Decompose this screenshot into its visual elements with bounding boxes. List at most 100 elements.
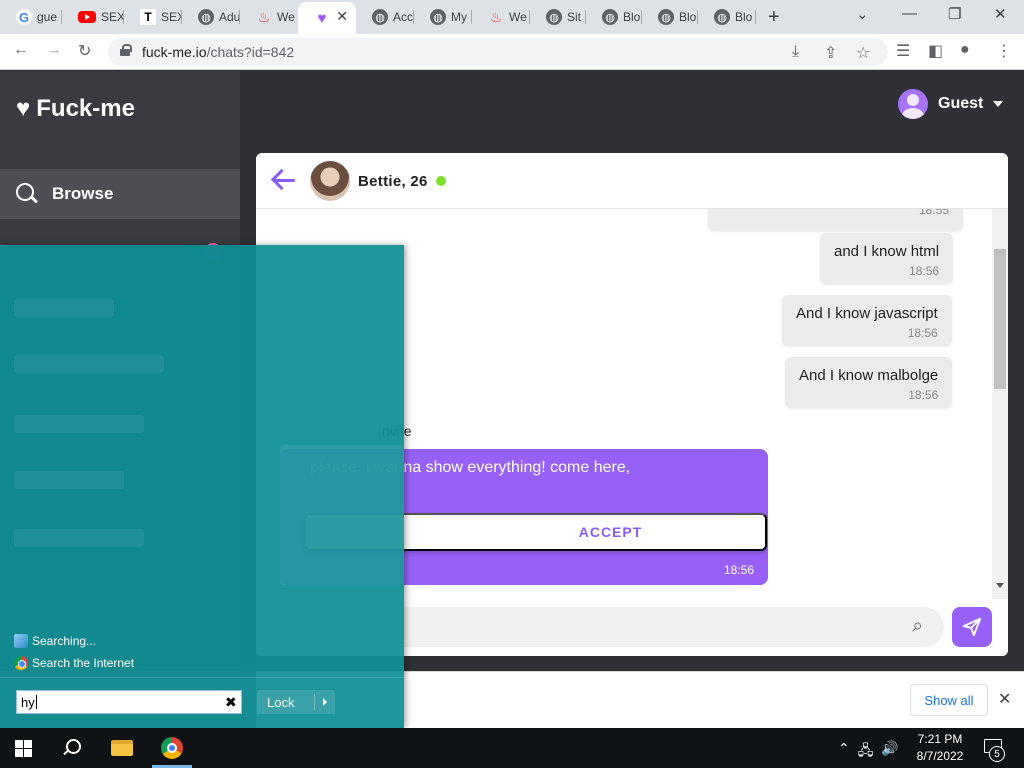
divider — [0, 677, 404, 678]
globe-icon: ◍ — [546, 9, 562, 25]
tab-label: We — [509, 10, 527, 24]
clock[interactable]: 7:21 PM 8/7/2022 — [910, 731, 970, 765]
tab-10[interactable]: ◍ Sit — [530, 4, 586, 30]
close-download-bar-icon[interactable]: ✕ — [998, 689, 1011, 709]
share-icon[interactable]: ⇪ — [824, 43, 837, 63]
scroll-down-icon[interactable] — [996, 583, 1004, 588]
tab-7[interactable]: ◍ Acc — [356, 4, 414, 30]
tab-13[interactable]: ◍ Blo — [698, 4, 756, 30]
contact-name[interactable]: Bettie, 26 — [358, 173, 428, 190]
tab-label: My — [451, 10, 467, 24]
send-button[interactable] — [952, 607, 992, 647]
minimize-icon[interactable]: — — [902, 5, 917, 22]
message-time: 18:56 — [907, 326, 938, 340]
tab-label: SEX — [101, 10, 124, 24]
message-input[interactable] — [376, 607, 944, 647]
tab-12[interactable]: ◍ Blo — [642, 4, 698, 30]
message-bubble: 18:55 — [708, 209, 963, 231]
network-icon[interactable]: 🖧 — [858, 740, 874, 764]
profile-icon[interactable]: ● — [960, 41, 970, 59]
tab-9[interactable]: ♨ We — [472, 4, 530, 30]
message-bubble: And I know malbolge 18:56 — [785, 357, 953, 408]
globe-icon: ◍ — [198, 9, 214, 25]
menu-dots-icon[interactable]: ⋮ — [996, 41, 1012, 61]
back-icon[interactable]: ← — [13, 41, 29, 59]
back-arrow-icon[interactable] — [270, 167, 296, 193]
logo-text: Fuck-me — [36, 95, 135, 122]
tab-3[interactable]: T SEX — [124, 4, 182, 30]
search-results-icon — [14, 634, 28, 648]
file-explorer-icon[interactable] — [111, 740, 133, 756]
blurred-item — [14, 355, 164, 373]
address-bar[interactable]: fuck-me.io/chats?id=842 ⤓ ⇪ ☆ — [108, 38, 888, 66]
new-tab-icon[interactable]: + — [768, 6, 780, 29]
online-status-icon — [436, 176, 446, 186]
send-icon — [962, 617, 982, 637]
globe-icon: ◍ — [430, 9, 446, 25]
close-tab-icon[interactable]: ✕ — [336, 8, 348, 25]
fire-icon: ♨ — [257, 8, 271, 25]
reading-list-icon[interactable]: ☰ — [896, 41, 910, 61]
searching-status: Searching... — [14, 634, 96, 648]
start-search-input[interactable]: hy ✖ — [16, 690, 242, 714]
globe-icon: ◍ — [658, 9, 674, 25]
text-cursor — [35, 695, 37, 709]
tab-4[interactable]: ◍ Adu — [182, 4, 240, 30]
taskbar: ⌃ 🖧 🔊 7:21 PM 8/7/2022 5 — [0, 728, 1024, 768]
lock-label: Lock — [267, 694, 295, 710]
sidebar-item-label: Browse — [52, 184, 114, 203]
power-options-arrow-icon[interactable] — [323, 698, 327, 706]
tab-label: We — [277, 10, 295, 24]
user-name: Guest — [938, 95, 984, 112]
scrollbar[interactable] — [992, 209, 1008, 599]
blurred-item — [14, 299, 114, 317]
tab-2[interactable]: SEX — [62, 4, 124, 30]
browser-tab-strip: G gue SEX T SEX ◍ Adu ♨ We ♥ ✕ ◍ Acc ◍ M… — [0, 0, 1024, 34]
tab-5[interactable]: ♨ We — [240, 4, 298, 30]
sidebar-item-browse[interactable]: Browse — [0, 169, 240, 219]
clock-date: 8/7/2022 — [916, 749, 964, 763]
site-logo[interactable]: ♥ Fuck-me — [16, 95, 135, 123]
system-tray: ⌃ 🖧 🔊 — [838, 740, 899, 764]
chevron-down-icon — [993, 101, 1004, 107]
message-time: 18:55 — [918, 209, 949, 217]
chrome-icon — [14, 656, 28, 670]
lock-icon[interactable] — [120, 44, 132, 56]
tab-label: gue — [37, 10, 58, 24]
tab-search-icon[interactable]: ⌄ — [856, 5, 869, 23]
contact-avatar[interactable] — [310, 161, 350, 201]
bookmark-star-icon[interactable]: ☆ — [856, 43, 870, 63]
invite-time: 18:56 — [723, 563, 754, 577]
tab-active-chat[interactable]: ♥ ✕ — [298, 2, 356, 34]
window-close-icon[interactable]: ✕ — [994, 5, 1007, 23]
url-host: fuck-me.io — [142, 44, 207, 60]
show-all-button[interactable]: Show all — [910, 684, 988, 716]
side-panel-icon[interactable]: ◧ — [928, 41, 943, 61]
fire-icon: ♨ — [489, 8, 503, 25]
notification-count: 5 — [989, 746, 1005, 762]
lock-button[interactable]: Lock — [257, 690, 335, 714]
tab-label: Sit — [567, 10, 582, 24]
forward-icon[interactable]: → — [46, 41, 62, 59]
windows-start-icon[interactable] — [15, 740, 32, 757]
t-icon: T — [140, 9, 156, 25]
tab-1[interactable]: G gue — [0, 4, 62, 30]
reload-icon[interactable]: ↻ — [78, 41, 91, 61]
install-icon[interactable]: ⤓ — [792, 43, 799, 61]
attachment-icon[interactable]: ⌕ — [912, 615, 923, 638]
scroll-thumb[interactable] — [994, 249, 1006, 389]
search-icon[interactable] — [62, 738, 82, 758]
clock-time: 7:21 PM — [917, 732, 963, 746]
tab-label: Acc — [393, 10, 414, 24]
show-hidden-icons-icon[interactable]: ⌃ — [838, 740, 850, 764]
chrome-icon[interactable] — [161, 737, 183, 759]
search-internet-link[interactable]: Search the Internet — [14, 656, 134, 670]
tab-11[interactable]: ◍ Blo — [586, 4, 642, 30]
tab-8[interactable]: ◍ My — [414, 4, 472, 30]
message-text: And I know malbolge — [799, 367, 939, 384]
restore-icon[interactable]: ❐ — [948, 5, 961, 23]
tab-label: Adu — [219, 10, 240, 24]
user-menu[interactable]: Guest — [898, 89, 1004, 119]
clear-search-icon[interactable]: ✖ — [225, 694, 237, 711]
volume-icon[interactable]: 🔊 — [881, 740, 898, 764]
